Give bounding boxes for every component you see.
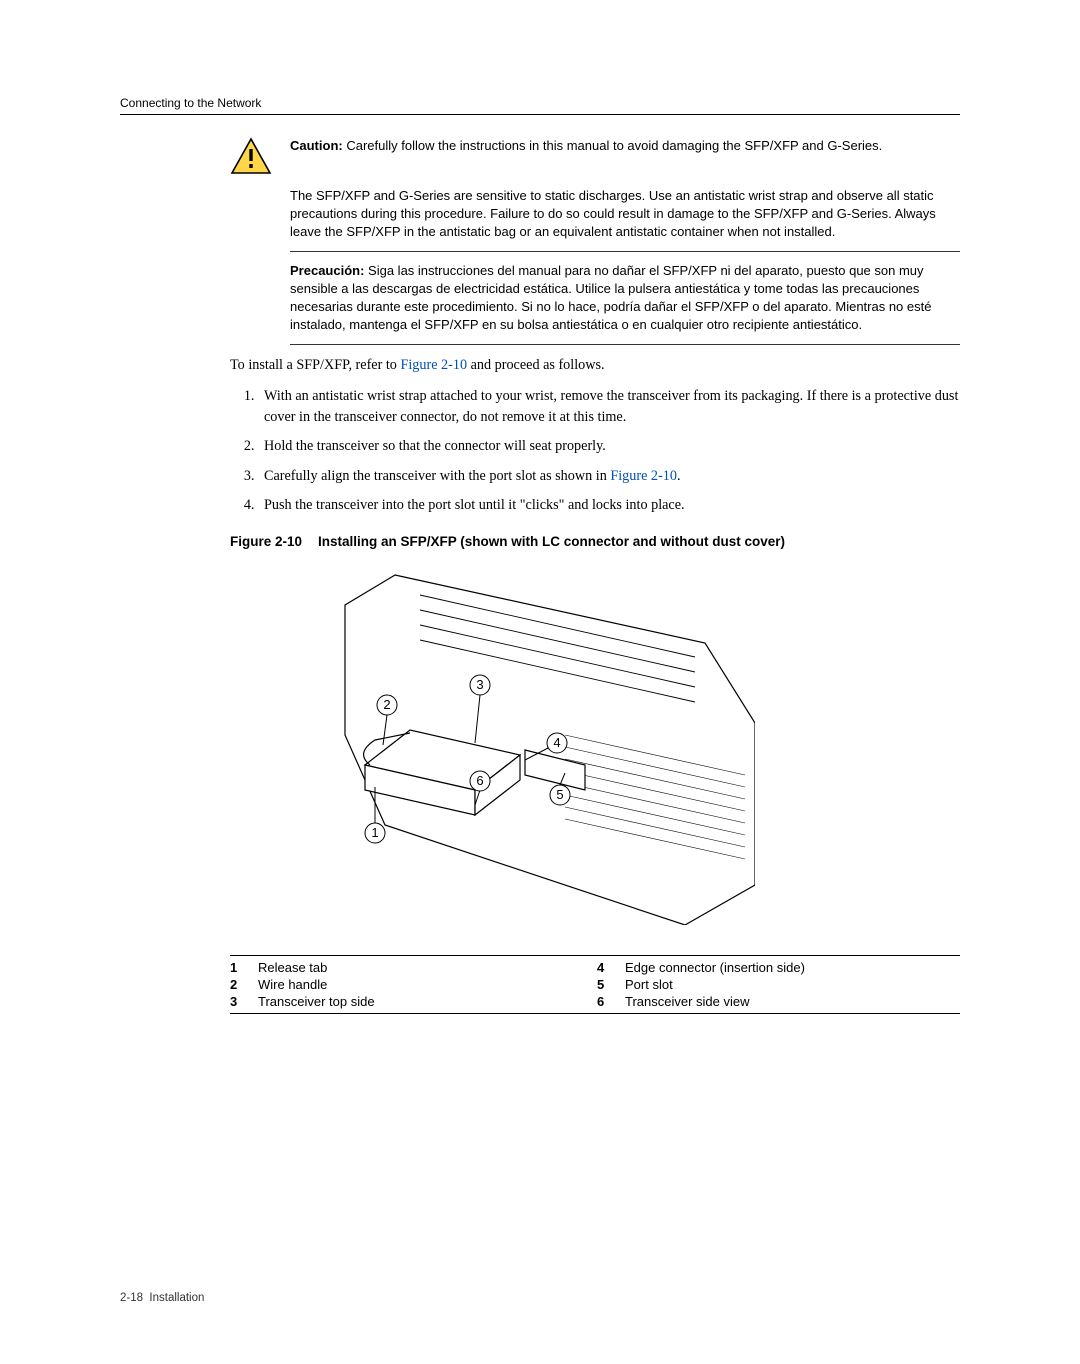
- legend-text: Transceiver top side: [258, 994, 593, 1009]
- legend-num: 1: [230, 960, 254, 975]
- svg-text:4: 4: [553, 735, 560, 750]
- step-4: Push the transceiver into the port slot …: [258, 495, 960, 516]
- svg-text:1: 1: [371, 825, 378, 840]
- svg-text:2: 2: [383, 697, 390, 712]
- install-steps: With an antistatic wrist strap attached …: [230, 386, 960, 516]
- legend-text: Release tab: [258, 960, 593, 975]
- running-header: Connecting to the Network: [120, 96, 960, 110]
- legend-num: 3: [230, 994, 254, 1009]
- legend-num: 6: [597, 994, 621, 1009]
- figure-ref-link[interactable]: Figure 2-10: [400, 357, 467, 373]
- step-1: With an antistatic wrist strap attached …: [258, 386, 960, 429]
- page-footer: 2-18 Installation: [120, 1292, 204, 1304]
- svg-text:3: 3: [476, 677, 483, 692]
- figure-caption: Figure 2-10Installing an SFP/XFP (shown …: [230, 534, 960, 549]
- figure-ref-link-2[interactable]: Figure 2-10: [610, 468, 677, 484]
- caution-en-2: The SFP/XFP and G-Series are sensitive t…: [290, 187, 960, 241]
- svg-text:6: 6: [476, 773, 483, 788]
- caution-es: Precaución: Siga las instrucciones del m…: [290, 262, 960, 334]
- figure-2-10-illustration: 3 2 4 6 5 1: [325, 565, 755, 925]
- intro-text: To install a SFP/XFP, refer to Figure 2-…: [230, 355, 960, 376]
- legend-num: 2: [230, 977, 254, 992]
- legend-text: Port slot: [625, 977, 960, 992]
- legend-num: 4: [597, 960, 621, 975]
- legend-text: Edge connector (insertion side): [625, 960, 960, 975]
- caution-en-1: Caution: Carefully follow the instructio…: [290, 137, 882, 155]
- legend-text: Transceiver side view: [625, 994, 960, 1009]
- header-rule: [120, 114, 960, 115]
- caution-divider: [290, 251, 960, 252]
- step-3: Carefully align the transceiver with the…: [258, 466, 960, 487]
- caution-end-rule: [290, 344, 960, 345]
- step-2: Hold the transceiver so that the connect…: [258, 436, 960, 457]
- caution-icon: [230, 137, 272, 177]
- legend-num: 5: [597, 977, 621, 992]
- legend-text: Wire handle: [258, 977, 593, 992]
- svg-text:5: 5: [556, 787, 563, 802]
- callout-legend: 1 Release tab 4 Edge connector (insertio…: [230, 955, 960, 1014]
